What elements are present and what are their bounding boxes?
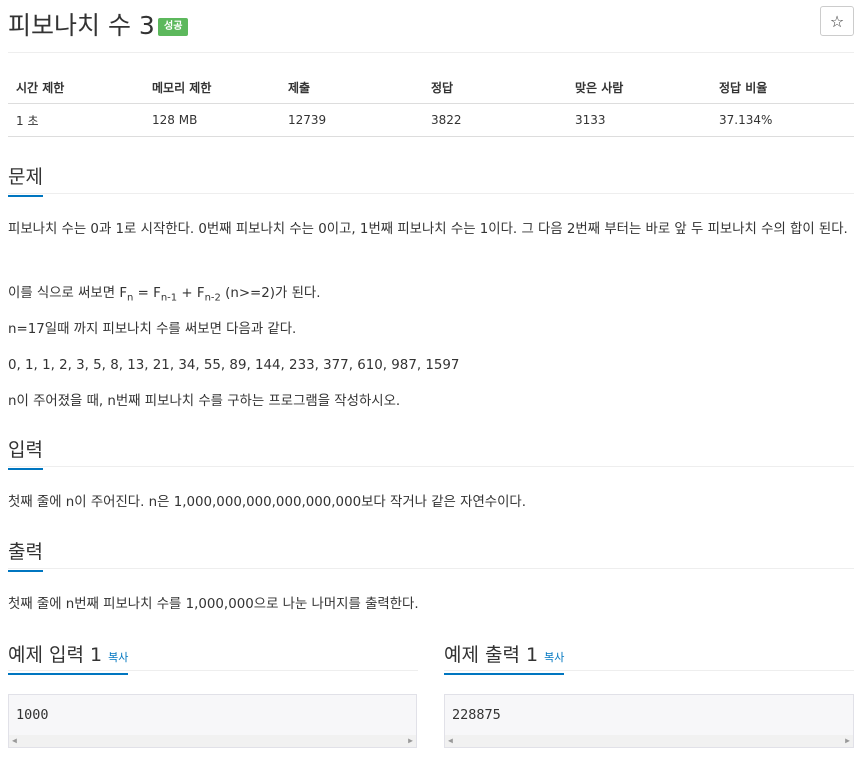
header-time-limit: 시간 제한 bbox=[8, 72, 144, 104]
problem-section-divider bbox=[8, 193, 854, 194]
copy-sample-input-button[interactable]: 복사 bbox=[108, 651, 128, 664]
sample-output-scrollbar[interactable]: ◀ ▶ bbox=[445, 735, 853, 747]
problem-formula: 이를 식으로 써보면 Fn = Fn-1 + Fn-2 (n>=2)가 된다. bbox=[8, 281, 854, 312]
copy-sample-output-button[interactable]: 복사 bbox=[544, 651, 564, 664]
sample-output-box: 228875 ◀ ▶ bbox=[444, 694, 854, 748]
value-submissions: 12739 bbox=[280, 103, 423, 137]
output-description: 첫째 줄에 n번째 피보나치 수를 1,000,000으로 나눈 나머지를 출력… bbox=[8, 597, 419, 612]
formula-sub-n-1: n-1 bbox=[160, 292, 178, 304]
input-section-divider bbox=[8, 466, 854, 467]
stats-value-row: 1 초 128 MB 12739 3822 3133 37.134% bbox=[8, 103, 854, 137]
problem-description-3: n=17일때 까지 피보나치 수를 써보면 다음과 같다. bbox=[8, 322, 297, 337]
sample-output-title: 예제 출력 1 복사 bbox=[444, 640, 565, 675]
title-divider bbox=[8, 52, 854, 53]
title-row: 피보나치 수 3 성공 ☆ bbox=[8, 4, 854, 40]
sample-output-title-text: 예제 출력 1 bbox=[444, 644, 539, 666]
sample-output-value: 228875 bbox=[452, 707, 501, 723]
input-description: 첫째 줄에 n이 주어진다. n은 1,000,000,000,000,000,… bbox=[8, 495, 526, 510]
formula-mid-2: + F bbox=[177, 286, 205, 301]
problem-section-title: 문제 bbox=[8, 162, 43, 197]
formula-sub-n-2: n-2 bbox=[204, 292, 221, 304]
header-accept-ratio: 정답 비율 bbox=[711, 72, 854, 104]
status-badge: 성공 bbox=[158, 18, 189, 36]
scroll-left-icon[interactable]: ◀ bbox=[12, 736, 17, 745]
scroll-left-icon[interactable]: ◀ bbox=[448, 736, 453, 745]
sample-input-value: 1000 bbox=[16, 707, 49, 723]
sample-input-title: 예제 입력 1 복사 bbox=[8, 640, 129, 675]
sample-input-title-text: 예제 입력 1 bbox=[8, 644, 103, 666]
problem-description-1: 피보나치 수는 0과 1로 시작한다. 0번째 피보나치 수는 0이고, 1번째… bbox=[8, 222, 848, 237]
header-solved-users: 맞은 사람 bbox=[567, 72, 711, 104]
formula-mid-1: = F bbox=[133, 286, 161, 301]
value-time-limit: 1 초 bbox=[8, 103, 144, 137]
stats-header-row: 시간 제한 메모리 제한 제출 정답 맞은 사람 정답 비율 bbox=[8, 72, 854, 104]
star-icon: ☆ bbox=[829, 11, 845, 31]
formula-suffix: (n>=2)가 된다. bbox=[220, 286, 321, 301]
input-section-title: 입력 bbox=[8, 435, 43, 470]
formula-prefix: 이를 식으로 써보면 F bbox=[8, 286, 128, 301]
sample-input-box: 1000 ◀ ▶ bbox=[8, 694, 417, 748]
value-accept-ratio: 37.134% bbox=[711, 103, 854, 137]
output-section-divider bbox=[8, 568, 854, 569]
problem-description-5: n이 주어졌을 때, n번째 피보나치 수를 구하는 프로그램을 작성하시오. bbox=[8, 394, 401, 409]
output-section-title: 출력 bbox=[8, 537, 43, 572]
scroll-right-icon[interactable]: ▶ bbox=[408, 736, 413, 745]
header-accepted: 정답 bbox=[423, 72, 567, 104]
scroll-right-icon[interactable]: ▶ bbox=[845, 736, 850, 745]
favorite-button[interactable]: ☆ bbox=[820, 6, 854, 36]
header-submissions: 제출 bbox=[280, 72, 423, 104]
fibonacci-sequence: 0, 1, 1, 2, 3, 5, 8, 13, 21, 34, 55, 89,… bbox=[8, 358, 460, 373]
value-solved-users: 3133 bbox=[567, 103, 711, 137]
sample-input-scrollbar[interactable]: ◀ ▶ bbox=[9, 735, 416, 747]
problem-title: 피보나치 수 3 bbox=[8, 11, 155, 40]
problem-stats-table: 시간 제한 메모리 제한 제출 정답 맞은 사람 정답 비율 1 초 128 M… bbox=[8, 72, 854, 137]
value-accepted: 3822 bbox=[423, 103, 567, 137]
header-memory-limit: 메모리 제한 bbox=[144, 72, 280, 104]
value-memory-limit: 128 MB bbox=[144, 103, 280, 137]
